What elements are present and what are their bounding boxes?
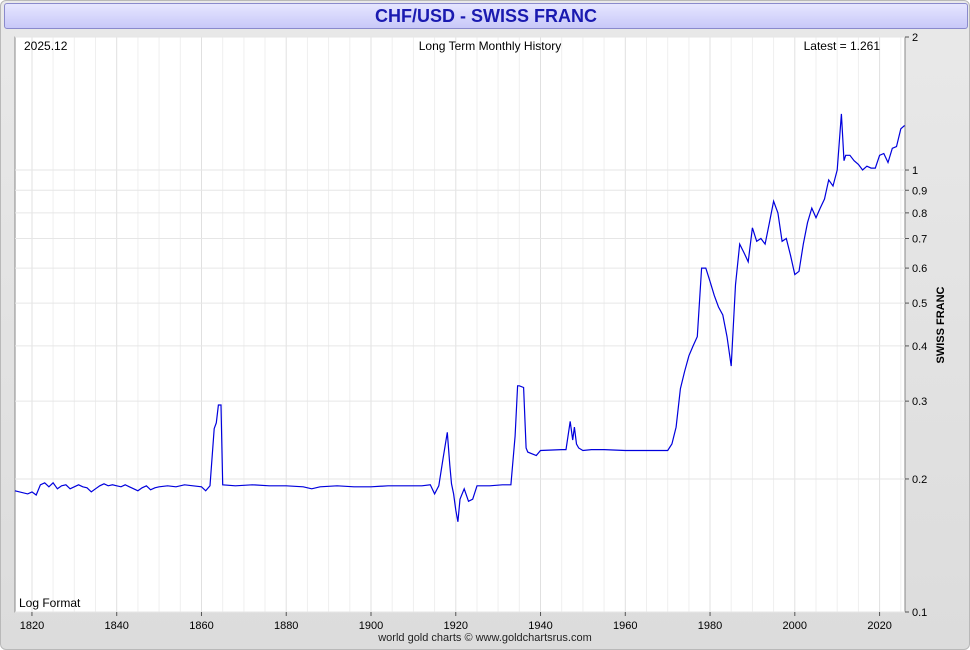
y-tick-label: 0.5: [912, 298, 927, 310]
latest-label: Latest = 1.261: [804, 39, 881, 53]
y-axis-label: SWISS FRANC: [935, 286, 947, 363]
chart-svg: 1820 1840 1860 1880 1900 1920 1940 1960 1980 2000…: [14, 32, 947, 632]
y-tick-label: 0.7: [912, 234, 927, 246]
y-tick-label: 0.1: [912, 607, 927, 619]
x-tick-label: 1820: [20, 620, 44, 632]
y-tick-label: 2: [912, 32, 918, 44]
x-tick-label: 1920: [444, 620, 468, 632]
x-tick-label: 2000: [783, 620, 807, 632]
x-tick-label: 2020: [867, 620, 891, 632]
x-tick-label: 1860: [189, 620, 213, 632]
plot-area: [14, 36, 906, 613]
x-tick-label: 1900: [359, 620, 383, 632]
y-tick-label: 0.3: [912, 396, 927, 408]
date-label: 2025.12: [24, 39, 68, 53]
x-tick-label: 1940: [528, 620, 552, 632]
y-tick-label: 1: [912, 165, 918, 177]
footer-credit: world gold charts © www.goldchartsrus.co…: [378, 632, 592, 644]
y-axis: 2 1 0.9 0.8 0.7 0.6 0.5 0.4 0.3 0.2 0.1: [905, 32, 927, 619]
scale-note: Log Format: [19, 596, 81, 610]
y-tick-label: 0.2: [912, 474, 927, 486]
x-tick-label: 1960: [613, 620, 637, 632]
x-tick-label: 1980: [698, 620, 722, 632]
y-tick-label: 0.8: [912, 208, 927, 220]
x-tick-label: 1880: [274, 620, 298, 632]
chart-subtitle: Long Term Monthly History: [419, 39, 562, 53]
y-tick-label: 0.6: [912, 263, 927, 275]
x-tick-label: 1840: [104, 620, 128, 632]
y-tick-label: 0.4: [912, 341, 927, 353]
x-axis: 1820 1840 1860 1880 1900 1920 1940 1960 1980 2000…: [20, 612, 892, 632]
y-tick-label: 0.9: [912, 185, 927, 197]
